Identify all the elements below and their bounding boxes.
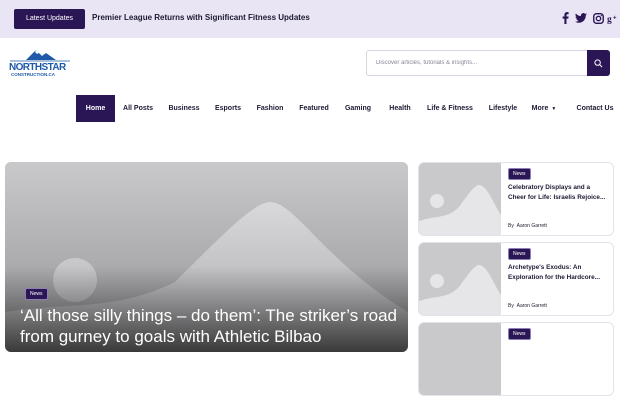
card-title[interactable]: Celebratory Displays and a Cheer for Lif… (508, 183, 608, 203)
side-article-card[interactable]: News Celebratory Displays and a Cheer fo… (418, 162, 614, 236)
chevron-down-icon: ▼ (551, 106, 557, 112)
svg-text:g: g (607, 14, 612, 23)
news-ticker[interactable]: Premier League Returns with Significant … (92, 13, 310, 22)
facebook-icon[interactable] (559, 11, 571, 25)
card-category-badge[interactable]: News (508, 168, 531, 180)
author-prefix: By (508, 223, 514, 229)
svg-text:+: + (613, 15, 617, 21)
site-logo[interactable]: NORTHSTAR CONSTRUCTION.CA (8, 48, 72, 78)
latest-updates-button[interactable]: Latest Updates (14, 9, 85, 29)
search-input[interactable] (367, 51, 587, 75)
top-bar: Latest Updates Premier League Returns wi… (0, 0, 620, 38)
hero-title[interactable]: ‘All those silly things – do them’: The … (20, 305, 400, 347)
search-bar (366, 50, 610, 76)
nav-all-posts[interactable]: All Posts (118, 95, 158, 122)
hero-category-badge[interactable]: News (25, 288, 48, 300)
card-category-badge[interactable]: News (508, 328, 531, 340)
side-article-card[interactable]: News Archetype's Exodus: An Exploration … (418, 242, 614, 316)
google-plus-icon[interactable]: g + (607, 11, 619, 25)
card-author[interactable]: By Aaron Garrett (508, 223, 547, 229)
article-thumbnail (419, 163, 501, 235)
nav-health[interactable]: Health (383, 95, 417, 122)
nav-featured[interactable]: Featured (294, 95, 334, 122)
author-name[interactable]: Aaron Garrett (517, 223, 547, 229)
twitter-icon[interactable] (575, 11, 587, 25)
svg-text:CONSTRUCTION.CA: CONSTRUCTION.CA (11, 72, 56, 77)
author-name[interactable]: Aaron Garrett (517, 303, 547, 309)
card-category-badge[interactable]: News (508, 248, 531, 260)
nav-more[interactable]: More ▼ (530, 95, 558, 122)
nav-fashion[interactable]: Fashion (252, 95, 288, 122)
nav-business[interactable]: Business (164, 95, 204, 122)
article-thumbnail (419, 243, 501, 315)
main-nav: Home All Posts Business Esports Fashion … (0, 95, 620, 122)
nav-esports[interactable]: Esports (210, 95, 246, 122)
nav-more-label: More (531, 105, 549, 112)
nav-life-fitness[interactable]: Life & Fitness (424, 95, 476, 122)
author-prefix: By (508, 303, 514, 309)
side-article-card[interactable]: News (418, 322, 614, 396)
instagram-icon[interactable] (592, 11, 604, 25)
article-thumbnail (419, 323, 501, 395)
card-author[interactable]: By Aaron Garrett (508, 303, 547, 309)
nav-gaming[interactable]: Gaming (340, 95, 376, 122)
nav-contact-us[interactable]: Contact Us (572, 95, 618, 122)
search-button[interactable] (587, 50, 610, 76)
card-title[interactable]: Archetype's Exodus: An Exploration for t… (508, 263, 608, 283)
nav-home[interactable]: Home (76, 95, 115, 122)
nav-lifestyle[interactable]: Lifestyle (483, 95, 523, 122)
search-icon (594, 58, 603, 67)
